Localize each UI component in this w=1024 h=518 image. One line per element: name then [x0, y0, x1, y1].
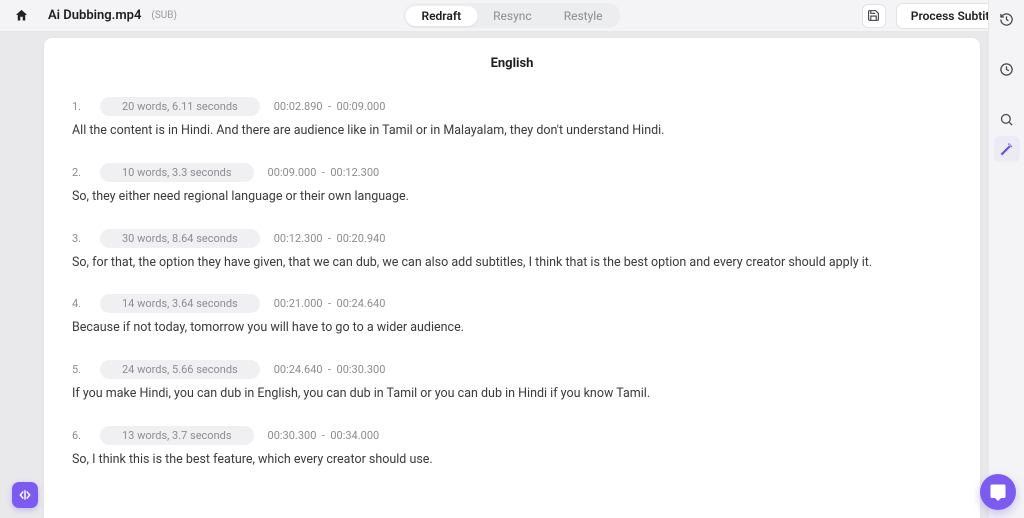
history-button[interactable] [994, 6, 1020, 32]
segment-text[interactable]: Because if not today, tomorrow you will … [72, 319, 952, 338]
segment-meta: 3. 30 words, 8.64 seconds 00:12.300 - 00:2… [72, 229, 952, 248]
edit-with-ai-button[interactable] [994, 136, 1020, 162]
segment-start: 00:24.640 [274, 363, 323, 376]
segment-meta: 2. 10 words, 3.3 seconds 00:09.000 - 00:12… [72, 163, 952, 182]
right-sidebar [988, 0, 1024, 518]
segment-end: 00:24.640 [337, 297, 386, 310]
segment-end: 00:09.000 [337, 100, 386, 113]
segment-start: 00:09.000 [268, 166, 317, 179]
history-icon [999, 12, 1014, 27]
magic-wand-icon [999, 142, 1014, 157]
segment-text[interactable]: If you make Hindi, you can dub in Englis… [72, 385, 952, 404]
segment-meta: 5. 24 words, 5.66 seconds 00:24.640 - 00:3… [72, 360, 952, 379]
segment-times: 00:24.640 - 00:30.300 [274, 363, 386, 376]
home-button[interactable] [12, 7, 30, 25]
segment-text[interactable]: All the content is in Hindi. And there a… [72, 122, 952, 141]
tab-restyle[interactable]: Restyle [548, 6, 619, 26]
chat-launcher-button[interactable] [980, 474, 1016, 510]
panel-toggle-button[interactable] [12, 482, 38, 508]
segment-row[interactable]: 5. 24 words, 5.66 seconds 00:24.640 - 00:3… [72, 360, 952, 404]
segment-row[interactable]: 3. 30 words, 8.64 seconds 00:12.300 - 00:2… [72, 229, 952, 273]
subtitle-card: English 1. 20 words, 6.11 seconds 00:02.89… [44, 38, 980, 518]
segment-index: 5. [72, 363, 86, 376]
segment-index: 4. [72, 297, 86, 310]
sub-badge: (SUB) [151, 10, 177, 21]
segments-list: 1. 20 words, 6.11 seconds 00:02.890 - 00:0… [72, 97, 952, 470]
segment-row[interactable]: 4. 14 words, 3.64 seconds 00:21.000 - 00:2… [72, 294, 952, 338]
segment-index: 3. [72, 232, 86, 245]
chat-icon [989, 483, 1007, 501]
search-icon [999, 112, 1014, 127]
segment-row[interactable]: 1. 20 words, 6.11 seconds 00:02.890 - 00:0… [72, 97, 952, 141]
segment-row[interactable]: 2. 10 words, 3.3 seconds 00:09.000 - 00:12… [72, 163, 952, 207]
segment-stats: 24 words, 5.66 seconds [100, 360, 260, 379]
segment-stats: 20 words, 6.11 seconds [100, 97, 260, 116]
top-bar: Ai Dubbing.mp4 (SUB) Redraft Resync Rest… [0, 0, 1024, 32]
segment-meta: 1. 20 words, 6.11 seconds 00:02.890 - 00:0… [72, 97, 952, 116]
tab-resync[interactable]: Resync [477, 6, 548, 26]
segment-end: 00:30.300 [337, 363, 386, 376]
search-button[interactable] [994, 106, 1020, 132]
mode-switcher: Redraft Resync Restyle [403, 3, 620, 28]
process-subtitle-label: Process Subtitle [911, 9, 999, 23]
clock-icon [999, 62, 1014, 77]
save-button[interactable] [862, 4, 886, 28]
panel-toggle-icon [18, 488, 32, 502]
segment-stats: 30 words, 8.64 seconds [100, 229, 260, 248]
segment-meta: 6. 13 words, 3.7 seconds 00:30.300 - 00:34… [72, 426, 952, 445]
segment-index: 6. [72, 429, 86, 442]
language-title: English [72, 56, 952, 71]
segment-times: 00:12.300 - 00:20.940 [274, 232, 386, 245]
segment-stats: 10 words, 3.3 seconds [100, 163, 254, 182]
segment-stats: 14 words, 3.64 seconds [100, 294, 260, 313]
segment-start: 00:12.300 [274, 232, 323, 245]
segment-index: 1. [72, 100, 86, 113]
segment-text[interactable]: So, I think this is the best feature, wh… [72, 451, 952, 470]
segment-times: 00:21.000 - 00:24.640 [274, 297, 386, 310]
save-icon [867, 9, 880, 22]
home-icon [14, 8, 29, 23]
segment-row[interactable]: 6. 13 words, 3.7 seconds 00:30.300 - 00:34… [72, 426, 952, 470]
segment-start: 00:30.300 [268, 429, 317, 442]
tab-redraft[interactable]: Redraft [405, 6, 477, 26]
segment-times: 00:30.300 - 00:34.000 [268, 429, 380, 442]
segment-times: 00:09.000 - 00:12.300 [268, 166, 380, 179]
segment-meta: 4. 14 words, 3.64 seconds 00:21.000 - 00:2… [72, 294, 952, 313]
segment-end: 00:20.940 [337, 232, 386, 245]
segment-start: 00:02.890 [274, 100, 323, 113]
segment-end: 00:34.000 [330, 429, 379, 442]
segment-text[interactable]: So, for that, the option they have given… [72, 254, 952, 273]
segment-end: 00:12.300 [330, 166, 379, 179]
segment-times: 00:02.890 - 00:09.000 [274, 100, 386, 113]
time-settings-button[interactable] [994, 56, 1020, 82]
file-title: Ai Dubbing.mp4 [48, 8, 141, 23]
segment-text[interactable]: So, they either need regional language o… [72, 188, 952, 207]
segment-start: 00:21.000 [274, 297, 323, 310]
segment-index: 2. [72, 166, 86, 179]
segment-stats: 13 words, 3.7 seconds [100, 426, 254, 445]
